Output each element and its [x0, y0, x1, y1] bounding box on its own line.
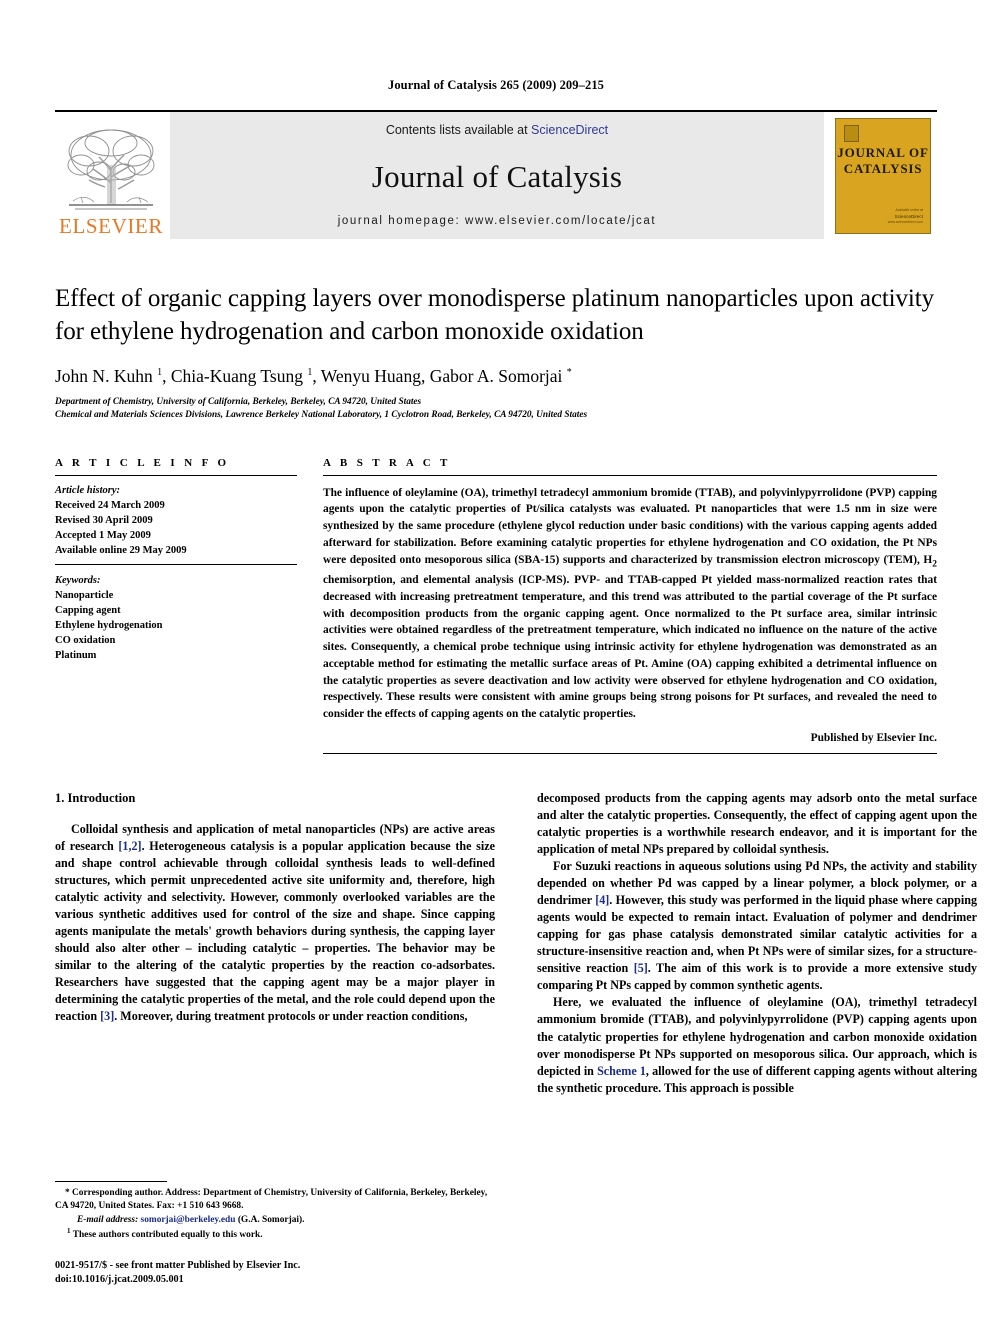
- history-item: Received 24 March 2009: [55, 499, 165, 511]
- scheme-1-link[interactable]: Scheme 1: [597, 1064, 646, 1078]
- cover-sd-line2: ScienceDirect: [894, 213, 923, 219]
- article-info-column: A R T I C L E I N F O Article history: R…: [55, 457, 323, 754]
- keyword-item: Platinum: [55, 649, 97, 661]
- paragraph-right-3: Here, we evaluated the influence of oley…: [537, 994, 977, 1096]
- article-history-label: Article history:: [55, 484, 121, 496]
- equal-contribution-note: 1 These authors contributed equally to t…: [55, 1227, 495, 1242]
- abstract-rule-top: [323, 474, 937, 476]
- corresponding-author-note: * Corresponding author. Address: Departm…: [55, 1187, 488, 1212]
- paper-page: Journal of Catalysis 265 (2009) 209–215: [0, 0, 992, 1323]
- journal-homepage-link[interactable]: journal homepage: www.elsevier.com/locat…: [338, 215, 656, 227]
- history-item: Available online 29 May 2009: [55, 544, 187, 556]
- email-note: E-mail address: somorjai@berkeley.edu (G…: [55, 1214, 495, 1227]
- abstract-kicker: A B S T R A C T: [323, 456, 451, 469]
- intro-1b: . Heterogeneous catalysis is a popular a…: [55, 838, 495, 1024]
- journal-masthead: ELSEVIER Contents lists available at Sci…: [55, 110, 937, 239]
- journal-title: Journal of Catalysis: [371, 158, 623, 194]
- elsevier-wordmark: ELSEVIER: [59, 214, 163, 238]
- info-rule-top: [55, 474, 297, 476]
- history-item: Accepted 1 May 2009: [55, 529, 151, 541]
- elsevier-tree-icon: [67, 129, 155, 210]
- keyword-item: Nanoparticle: [55, 589, 114, 601]
- contents-lists-line: Contents lists available at ScienceDirec…: [386, 123, 608, 137]
- email-link[interactable]: somorjai@berkeley.edu: [141, 1215, 236, 1225]
- keyword-item: CO oxidation: [55, 634, 116, 646]
- body-column-right: decomposed products from the capping age…: [537, 790, 977, 1210]
- equal-contribution-marker: 1: [67, 1227, 71, 1235]
- article-history-block: Article history: Received 24 March 2009 …: [55, 483, 297, 558]
- citation-link-1-2[interactable]: [1,2]: [118, 839, 141, 853]
- elsevier-logo: ELSEVIER: [55, 112, 167, 239]
- affiliation-2: Chemical and Materials Sciences Division…: [55, 410, 588, 421]
- cover-sciencedirect-mark: Available online at ScienceDirect www.sc…: [888, 208, 923, 225]
- keywords-block: Keywords: Nanoparticle Capping agent Eth…: [55, 573, 297, 663]
- footnote-block: * Corresponding author. Address: Departm…: [55, 1180, 495, 1287]
- equal-contribution-text: These authors contributed equally to thi…: [72, 1230, 263, 1241]
- keyword-item: Ethylene hydrogenation: [55, 619, 163, 631]
- cover-title-line1: JOURNAL OF: [837, 144, 929, 160]
- contents-prefix: Contents lists available at: [385, 123, 532, 137]
- article-info-kicker: A R T I C L E I N F O: [55, 456, 230, 469]
- running-head: Journal of Catalysis 265 (2009) 209–215: [387, 78, 605, 92]
- imprint-block: 0021-9517/$ - see front matter Published…: [55, 1259, 495, 1287]
- cover-sd-line3: www.sciencedirect.com: [887, 220, 923, 225]
- section-heading-introduction: 1. Introduction: [55, 790, 136, 805]
- citation-link-3[interactable]: [3]: [100, 1009, 114, 1023]
- masthead-band: Contents lists available at ScienceDirec…: [170, 112, 824, 239]
- email-suffix: (G.A. Somorjai).: [235, 1214, 305, 1225]
- abstract-text: The influence of oleylamine (OA), trimet…: [323, 486, 937, 721]
- title-block: Effect of organic capping layers over mo…: [55, 283, 937, 423]
- citation-link-5[interactable]: [5]: [634, 961, 648, 975]
- email-label: E-mail address:: [77, 1214, 139, 1225]
- citation-link-4[interactable]: [4]: [595, 893, 609, 907]
- paper-title: Effect of organic capping layers over mo…: [55, 285, 934, 345]
- abstract-publisher: Published by Elsevier Inc.: [810, 731, 937, 744]
- cover-art: JOURNAL OF CATALYSIS Available online at…: [835, 117, 931, 234]
- journal-cover-thumbnail: JOURNAL OF CATALYSIS Available online at…: [829, 112, 937, 239]
- keywords-label: Keywords:: [55, 574, 101, 586]
- imprint-doi-line: doi:10.1016/j.jcat.2009.05.001: [55, 1274, 184, 1286]
- paragraph-right-2: For Suzuki reactions in aqueous solution…: [537, 858, 977, 994]
- affiliation-1: Department of Chemistry, University of C…: [55, 396, 422, 407]
- history-item: Revised 30 April 2009: [55, 514, 153, 526]
- abstract-column: A B S T R A C T The influence of oleylam…: [323, 457, 937, 754]
- body-column-left: 1. Introduction Colloidal synthesis and …: [55, 790, 495, 1210]
- cover-title: JOURNAL OF CATALYSIS: [836, 145, 930, 178]
- cover-emblem-icon: [844, 124, 859, 142]
- body-columns: 1. Introduction Colloidal synthesis and …: [55, 790, 977, 1210]
- intro-1c: . Moreover, during treatment protocols o…: [114, 1009, 468, 1024]
- sciencedirect-link[interactable]: ScienceDirect: [531, 123, 608, 137]
- paragraph-intro-1: Colloidal synthesis and application of m…: [55, 821, 495, 1026]
- imprint-issn-line: 0021-9517/$ - see front matter Published…: [55, 1260, 301, 1272]
- affiliations: Department of Chemistry, University of C…: [55, 396, 937, 423]
- paragraph-right-1: decomposed products from the capping age…: [537, 790, 977, 857]
- cover-title-line2: CATALYSIS: [843, 160, 923, 176]
- info-abstract-row: A R T I C L E I N F O Article history: R…: [55, 457, 937, 754]
- keyword-item: Capping agent: [55, 604, 121, 616]
- footnote-rule: [55, 1180, 167, 1182]
- info-rule-mid: [55, 563, 297, 565]
- author-list: John N. Kuhn 1, Chia-Kuang Tsung 1, Weny…: [55, 366, 572, 386]
- abstract-rule-bottom: [323, 752, 937, 754]
